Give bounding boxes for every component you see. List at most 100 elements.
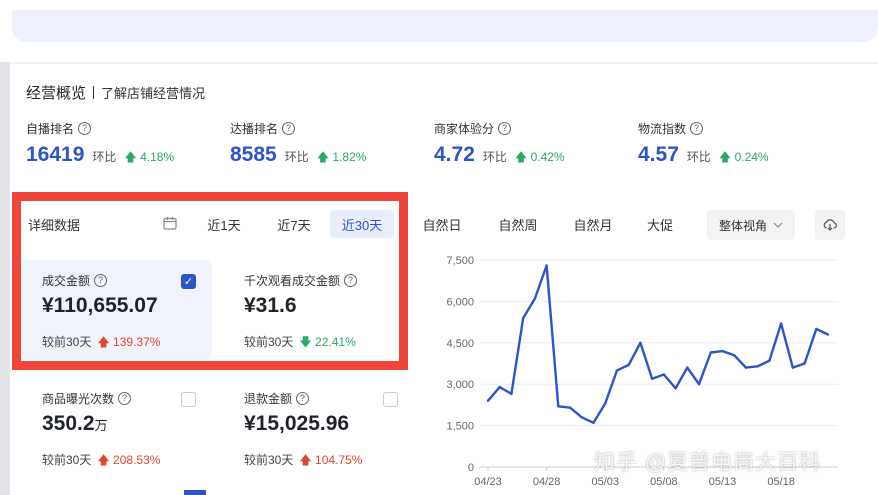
data-point (533, 297, 537, 300)
kpi-compare-label: 较前30天 (42, 335, 92, 349)
arrow-up-icon: 🡅 (124, 150, 137, 164)
metric-compare-label: 环比 (686, 150, 711, 164)
help-icon[interactable]: ? (344, 274, 358, 287)
kpi-refund-amount[interactable]: 退款金额? ¥15,025.96 较前30天 🡅 104.75% (224, 378, 414, 478)
arrow-up-icon: 🡅 (97, 335, 110, 349)
tab-last-7-days[interactable]: 近7天 (264, 210, 324, 238)
kpi-checkbox[interactable]: ✓ (181, 274, 196, 289)
data-point (697, 383, 701, 386)
chevron-down-icon (773, 222, 783, 228)
arrow-down-icon: 🡇 (299, 335, 312, 349)
x-tick-label: 04/28 (533, 476, 561, 488)
data-point (615, 369, 619, 372)
data-point (686, 366, 689, 369)
x-tick-label: 05/03 (591, 476, 619, 488)
data-point (627, 363, 630, 367)
view-dropdown-label: 整体视角 (718, 218, 767, 233)
metric-label: 物流指数 (638, 122, 687, 136)
help-icon[interactable]: ? (78, 122, 92, 135)
arrow-up-icon: 🡅 (718, 150, 732, 164)
left-rail (0, 0, 10, 495)
cloud-download-icon (823, 219, 837, 231)
metric-compare-label: 环比 (482, 150, 507, 164)
watermark: 知乎 @夏普电商大百科 (594, 451, 822, 474)
top-banner (12, 10, 878, 42)
y-tick-label: 7,500 (446, 255, 474, 267)
top-bar (0, 0, 878, 62)
data-point (674, 387, 677, 390)
help-icon[interactable]: ? (690, 122, 704, 135)
metric-value: 4.72 (434, 143, 475, 166)
tab-natural-day[interactable]: 自然日 (412, 210, 472, 238)
data-point (545, 264, 548, 267)
kpi-product-impressions[interactable]: 商品曝光次数? 350.2万 较前30天 🡅 208.53% (22, 378, 212, 478)
kpi-gpm[interactable]: 千次观看成交金额? ¥31.6 较前30天 🡇 22.41% (224, 260, 414, 360)
x-tick-label: 04/23 (474, 476, 502, 488)
arrow-up-icon: 🡅 (316, 150, 330, 164)
kpi-checkbox[interactable] (383, 392, 398, 407)
x-tick-label: 05/13 (709, 476, 737, 488)
metric-delta: 0.24% (734, 150, 769, 164)
help-icon[interactable]: ? (498, 122, 512, 135)
data-point (521, 316, 525, 320)
data-point (650, 377, 654, 380)
tab-natural-month[interactable]: 自然月 (563, 210, 623, 238)
help-icon[interactable]: ? (296, 392, 310, 405)
metric-label: 达播排名 (230, 122, 279, 136)
calendar-icon[interactable] (163, 216, 177, 230)
y-tick-label: 3,000 (446, 379, 474, 391)
download-button[interactable] (815, 210, 845, 240)
metric-delta: 0.42% (530, 150, 565, 164)
data-point (639, 341, 642, 344)
metric-label: 商家体验分 (434, 122, 495, 136)
metric-delta: 4.18% (140, 150, 175, 164)
data-point (592, 421, 595, 425)
metric-influencer-rank: 达播排名? 8585 环比 🡅 1.82% (230, 120, 366, 169)
metric-logistics-index: 物流指数? 4.57 环比 🡅 0.24% (638, 120, 769, 169)
help-icon[interactable]: ? (118, 392, 132, 405)
data-point (779, 322, 783, 325)
help-icon[interactable]: ? (94, 274, 108, 287)
kpi-delta: 139.37% (113, 335, 161, 349)
kpi-compare-label: 较前30天 (244, 335, 294, 349)
kpi-value: ¥110,655.07 (42, 294, 158, 317)
data-point (604, 402, 607, 405)
arrow-up-icon: 🡅 (299, 453, 312, 467)
tab-promotion[interactable]: 大促 (640, 210, 680, 238)
view-dropdown[interactable]: 整体视角 (707, 210, 795, 240)
kpi-label: 退款金额 (244, 392, 293, 406)
data-point (486, 399, 490, 402)
metric-experience-score: 商家体验分? 4.72 环比 🡅 0.42% (434, 120, 565, 169)
kpi-delta: 22.41% (315, 335, 356, 349)
data-point (826, 333, 830, 336)
kpi-label: 成交金额 (42, 274, 91, 288)
kpi-compare-label: 较前30天 (42, 453, 92, 467)
data-point (756, 365, 759, 368)
y-tick-label: 4,500 (446, 338, 474, 350)
metric-self-live-rank: 自播排名? 16419 环比 🡅 4.18% (26, 120, 174, 169)
kpi-checkbox[interactable] (181, 392, 196, 407)
help-icon[interactable]: ? (282, 122, 296, 135)
metric-delta: 1.82% (332, 150, 367, 164)
tab-last-30-days[interactable]: 近30天 (330, 210, 394, 238)
kpi-gmv[interactable]: 成交金额? ✓ ¥110,655.07 较前30天 🡅 139.37% (22, 260, 212, 360)
kpi-value: ¥31.6 (244, 294, 297, 317)
data-point (498, 385, 501, 389)
metric-value: 8585 (230, 143, 277, 166)
y-tick-label: 6,000 (446, 296, 474, 308)
data-point (815, 327, 818, 331)
tab-last-1-day[interactable]: 近1天 (196, 210, 252, 238)
data-point (803, 362, 806, 365)
data-point (580, 416, 583, 419)
data-point (709, 351, 712, 354)
data-point (768, 359, 771, 362)
kpi-compare-label: 较前30天 (244, 453, 294, 467)
data-point (791, 366, 795, 369)
pager-indicator[interactable] (184, 490, 206, 495)
metric-value: 16419 (26, 143, 85, 166)
title-divider (93, 86, 95, 99)
data-point (568, 406, 572, 409)
page-subtitle: 了解店铺经营情况 (101, 86, 206, 101)
tab-natural-week[interactable]: 自然周 (488, 210, 548, 238)
data-point (557, 405, 560, 408)
